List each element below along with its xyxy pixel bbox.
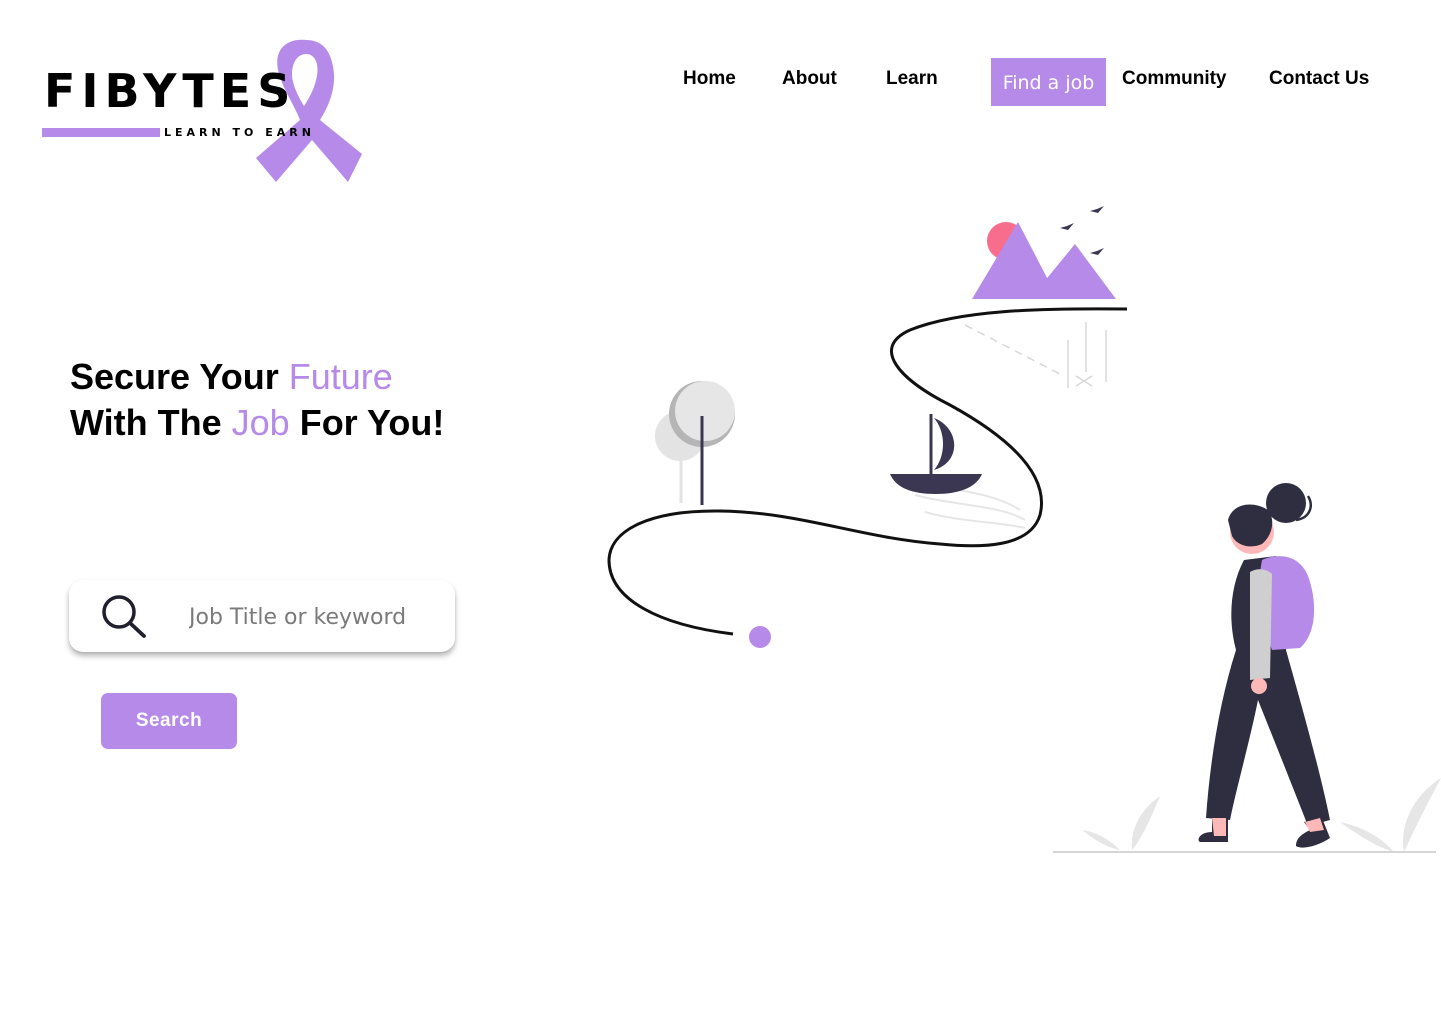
path-end-dot-icon xyxy=(749,626,771,648)
hero-illustration xyxy=(607,206,1441,853)
boat-icon xyxy=(890,414,1026,529)
bird-icon xyxy=(1060,206,1104,255)
plant-icon xyxy=(1082,778,1441,852)
tree-icon xyxy=(964,322,1107,388)
winding-path xyxy=(607,307,1128,636)
tree-icon xyxy=(655,381,735,505)
woman-with-backpack-icon xyxy=(1198,483,1330,848)
